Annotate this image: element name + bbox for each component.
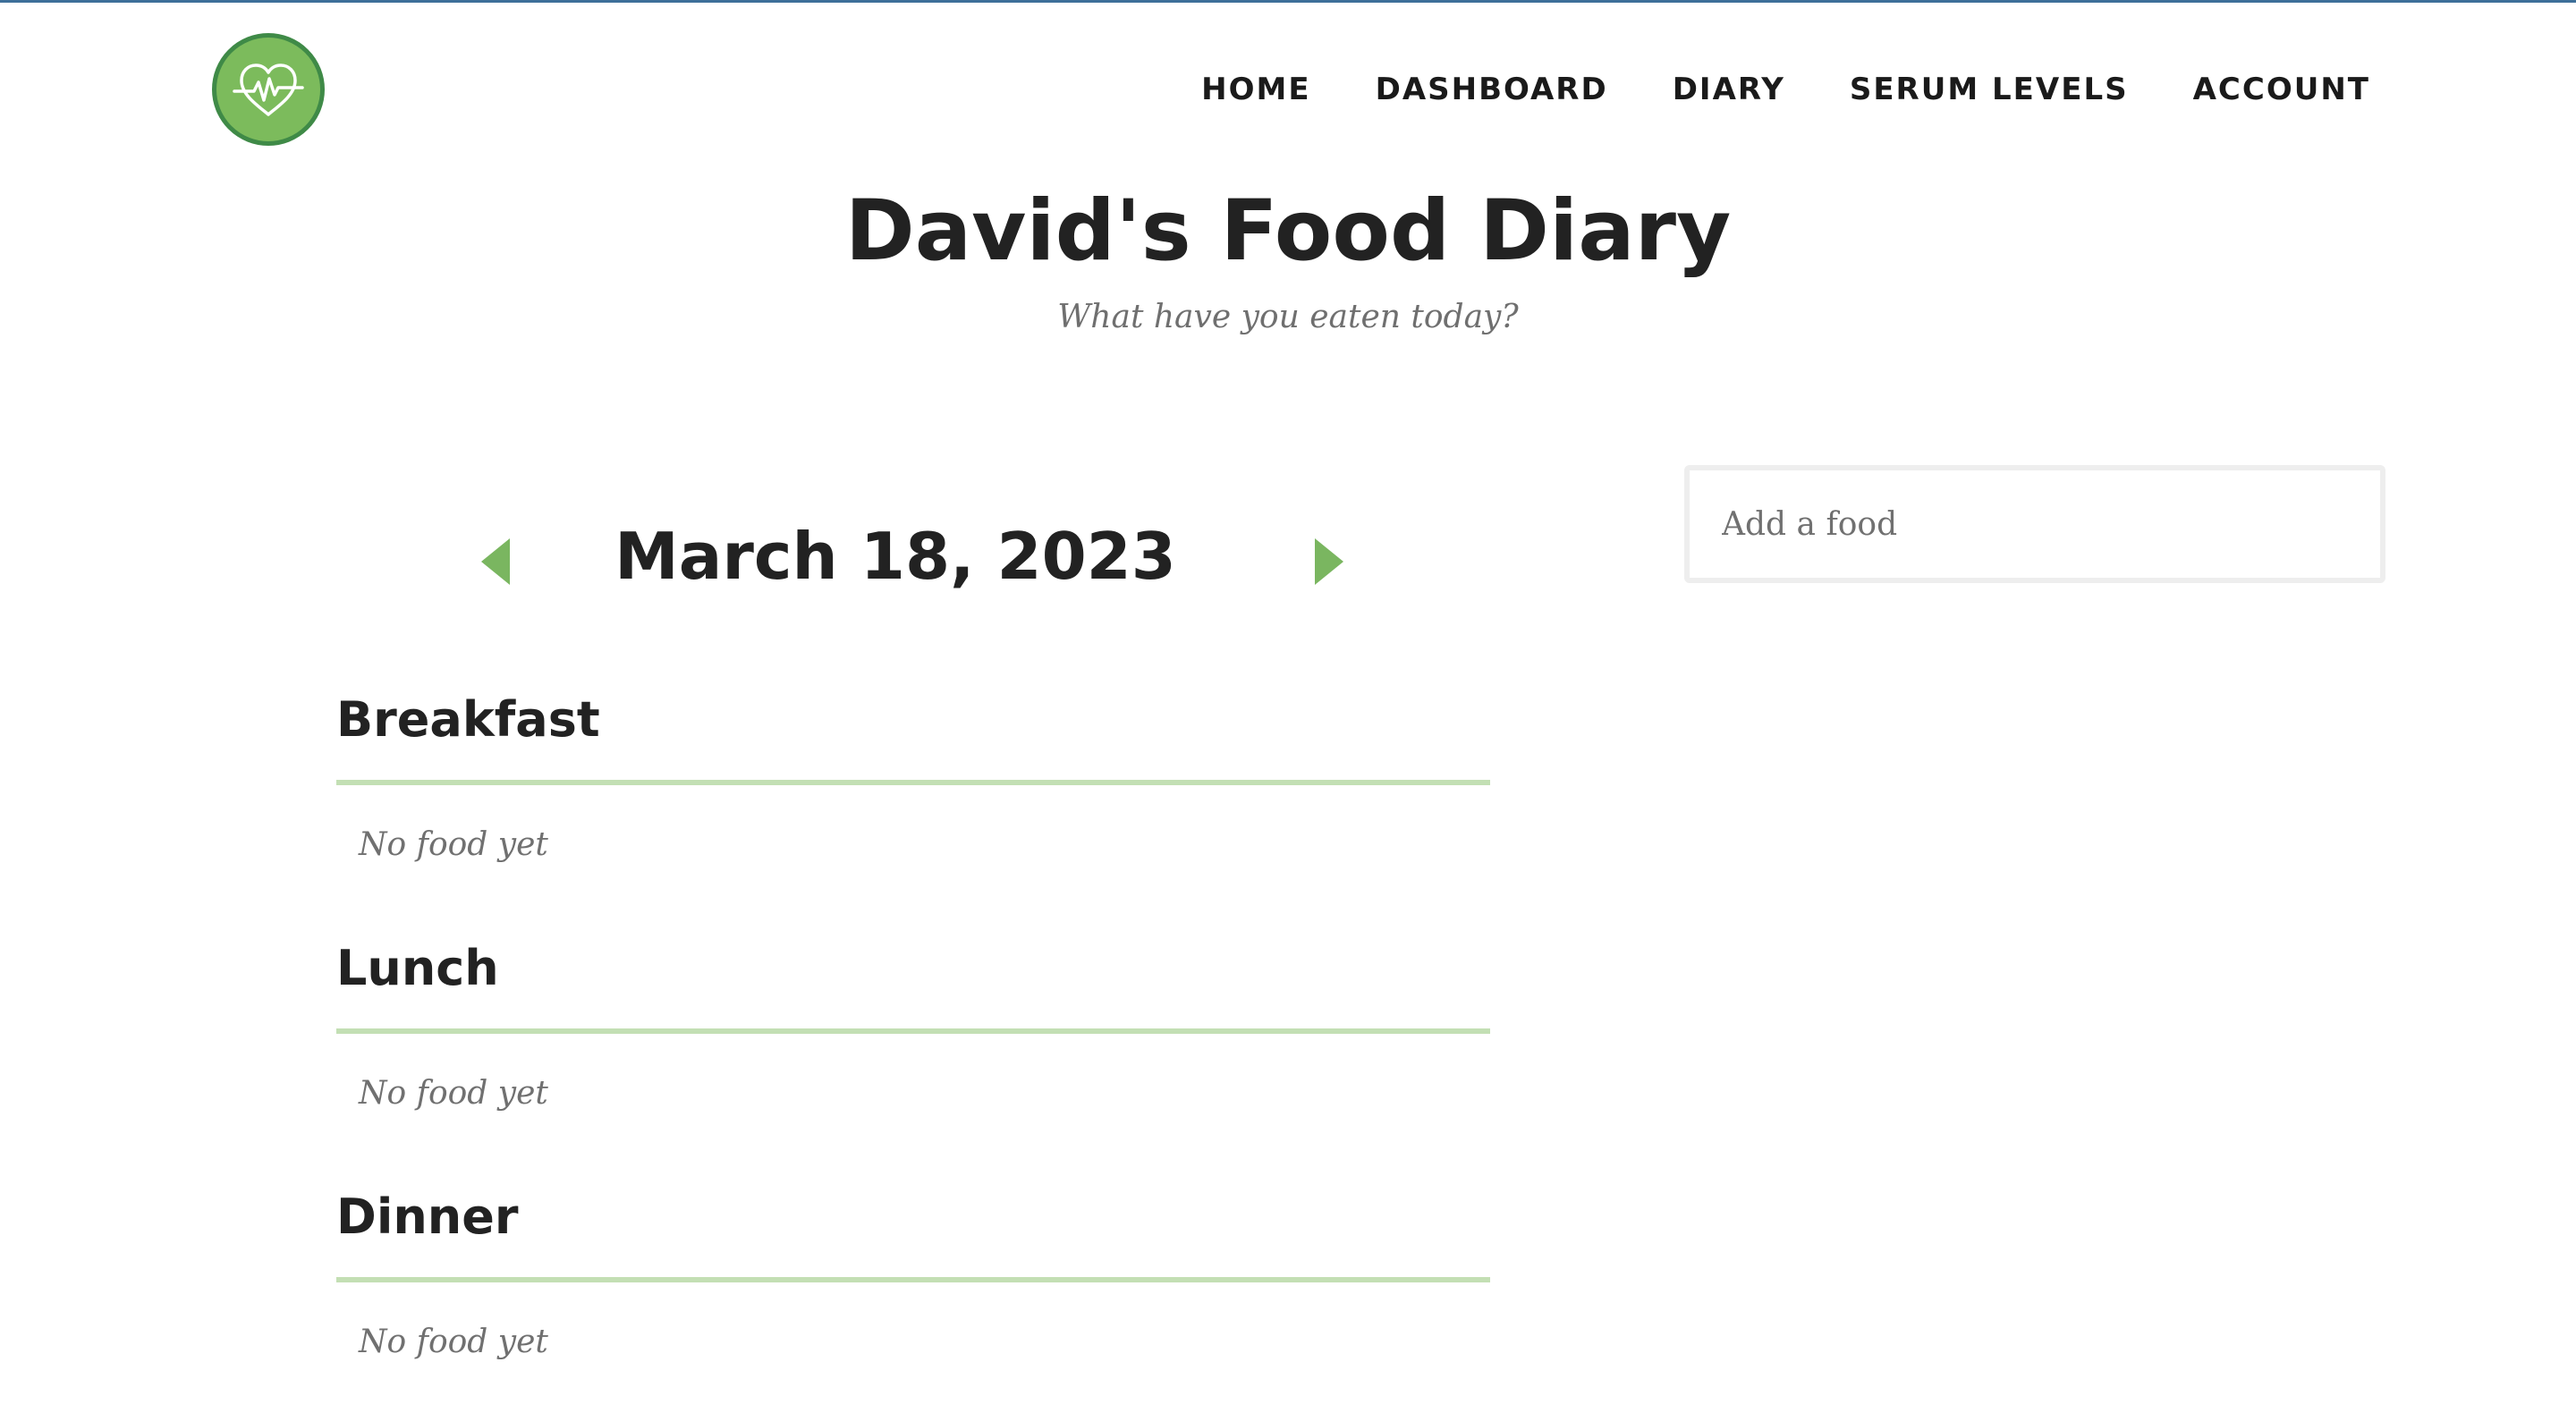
triangle-right-icon[interactable] <box>1315 538 1343 585</box>
page-subtitle: What have you eaten today? <box>1057 299 1519 335</box>
meal-empty-text: No food yet <box>359 1075 548 1112</box>
triangle-left-icon[interactable] <box>481 538 510 585</box>
current-date: March 18, 2023 <box>614 519 1176 594</box>
nav-account[interactable]: ACCOUNT <box>2193 72 2370 107</box>
main-nav: HOME DASHBOARD DIARY SERUM LEVELS ACCOUN… <box>1201 72 2370 107</box>
date-navigator: March 18, 2023 <box>336 501 1490 608</box>
meal-empty-text: No food yet <box>359 826 548 863</box>
nav-serum-levels[interactable]: SERUM LEVELS <box>1850 72 2129 107</box>
meal-divider <box>336 1277 1490 1282</box>
page-title: David's Food Diary <box>844 182 1732 280</box>
meal-section-lunch: Lunch No food yet <box>336 937 1490 1112</box>
meal-title: Dinner <box>336 1189 519 1245</box>
meal-divider <box>336 780 1490 785</box>
meal-title: Lunch <box>336 940 499 996</box>
logo[interactable] <box>212 33 325 146</box>
meal-title: Breakfast <box>336 691 600 748</box>
meal-divider <box>336 1028 1490 1034</box>
add-food-input[interactable] <box>1684 465 2385 583</box>
nav-diary[interactable]: DIARY <box>1673 72 1785 107</box>
top-border-line <box>0 0 2576 3</box>
nav-dashboard[interactable]: DASHBOARD <box>1376 72 1608 107</box>
meal-section-breakfast: Breakfast No food yet <box>336 689 1490 863</box>
meal-section-dinner: Dinner No food yet <box>336 1186 1490 1360</box>
nav-home[interactable]: HOME <box>1201 72 1310 107</box>
meal-empty-text: No food yet <box>359 1324 548 1360</box>
heart-pulse-icon <box>233 63 304 116</box>
